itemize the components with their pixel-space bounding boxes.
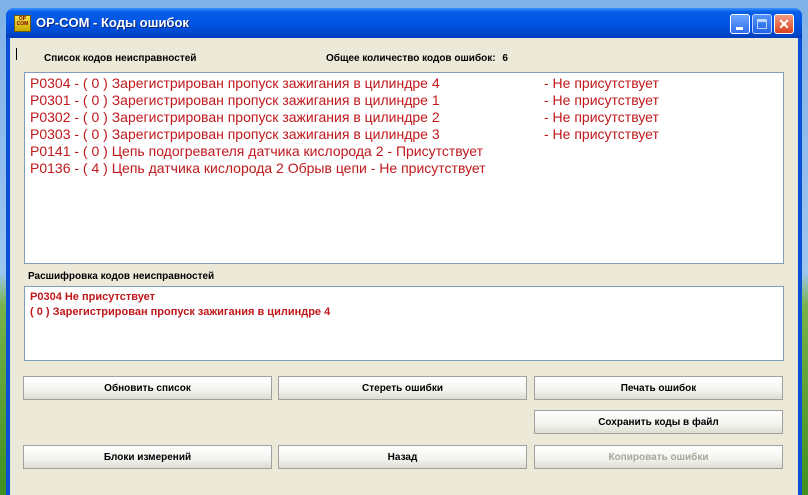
close-button[interactable]: ✕ (774, 14, 794, 34)
save-codes-button[interactable]: Сохранить коды в файл (534, 410, 783, 434)
maximize-icon (757, 19, 767, 29)
window-title: OP-COM - Коды ошибок (36, 15, 189, 30)
codes-listbox[interactable]: P0304 - ( 0 ) Зарегистрирован пропуск за… (24, 72, 784, 264)
refresh-list-button[interactable]: Обновить список (23, 376, 272, 400)
code-status: - Не присутствует (544, 92, 659, 108)
copy-errors-button[interactable]: Копировать ошибки (534, 445, 783, 469)
code-status: - Не присутствует (544, 109, 659, 125)
measurement-blocks-button[interactable]: Блоки измерений (23, 445, 272, 469)
decode-textbox[interactable]: P0304 Не присутствует ( 0 ) Зарегистриро… (24, 286, 784, 361)
minimize-button[interactable] (730, 14, 750, 34)
dialog-body: Список кодов неисправностей Общее количе… (10, 38, 798, 495)
title-bar[interactable]: OP COM OP-COM - Коды ошибок ✕ (6, 8, 802, 38)
list-item[interactable]: P0302 - ( 0 ) Зарегистрирован пропуск за… (30, 109, 659, 126)
list-item[interactable]: P0301 - ( 0 ) Зарегистрирован пропуск за… (30, 92, 659, 109)
code-text: P0302 - ( 0 ) Зарегистрирован пропуск за… (30, 109, 440, 125)
total-codes-label: Общее количество кодов ошибок: 6 (326, 53, 508, 64)
minimize-icon (736, 27, 743, 30)
total-codes-value: 6 (502, 53, 508, 64)
list-item[interactable]: P0136 - ( 4 ) Цепь датчика кислорода 2 О… (30, 160, 486, 177)
close-icon: ✕ (778, 16, 790, 32)
app-window: OP COM OP-COM - Коды ошибок ✕ Список код… (6, 8, 802, 495)
codes-list-label: Список кодов неисправностей (44, 53, 197, 64)
code-text: P0303 - ( 0 ) Зарегистрирован пропуск за… (30, 126, 440, 142)
code-text: P0304 - ( 0 ) Зарегистрирован пропуск за… (30, 75, 440, 91)
code-status: - Не присутствует (544, 75, 659, 91)
decode-label: Расшифровка кодов неисправностей (28, 271, 215, 282)
erase-errors-button[interactable]: Стереть ошибки (278, 376, 527, 400)
text-caret (16, 48, 17, 60)
maximize-button[interactable] (752, 14, 772, 34)
app-logo-icon: OP COM (14, 15, 31, 32)
decode-line: ( 0 ) Зарегистрирован пропуск зажигания … (30, 306, 331, 318)
decode-line: P0304 Не присутствует (30, 291, 156, 303)
back-button[interactable]: Назад (278, 445, 527, 469)
list-item[interactable]: P0304 - ( 0 ) Зарегистрирован пропуск за… (30, 75, 659, 92)
total-codes-caption: Общее количество кодов ошибок: (326, 53, 496, 64)
code-text: P0136 - ( 4 ) Цепь датчика кислорода 2 О… (30, 160, 486, 176)
code-text: P0301 - ( 0 ) Зарегистрирован пропуск за… (30, 92, 440, 108)
list-item[interactable]: P0303 - ( 0 ) Зарегистрирован пропуск за… (30, 126, 659, 143)
print-errors-button[interactable]: Печать ошибок (534, 376, 783, 400)
list-item[interactable]: P0141 - ( 0 ) Цепь подогревателя датчика… (30, 143, 483, 160)
code-status: - Не присутствует (544, 126, 659, 142)
code-text: P0141 - ( 0 ) Цепь подогревателя датчика… (30, 143, 483, 159)
